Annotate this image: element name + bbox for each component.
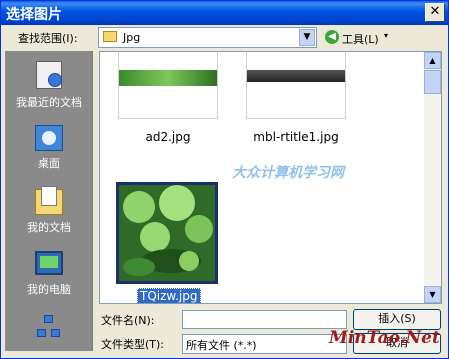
my-computer-icon [35,251,63,275]
close-button[interactable]: ✕ [425,3,445,22]
file-name: mbl-rtitle1.jpg [253,130,339,144]
insert-button[interactable]: 插入(S) [353,309,441,330]
watermark-text: 大众计算机学习网 [232,165,344,181]
network-places-icon [37,315,61,339]
close-icon: ✕ [429,4,441,19]
file-list-pane[interactable]: ad2.jpg mbl-rtitle1.jpg TQizw.jpg 大众计算机学… [99,51,442,304]
title-bar[interactable]: 选择图片 ✕ [1,1,448,25]
look-in-value: Jpg [123,31,141,44]
my-documents-icon [35,186,63,215]
file-thumbnail [118,52,218,119]
file-name: TQizw.jpg [137,288,201,303]
tools-dropdown-arrow-icon[interactable]: ▾ [384,31,388,40]
look-in-label: 查找范围(I): [18,32,78,45]
desktop-icon [35,125,63,151]
places-item-label: 我的文档 [27,221,71,234]
filename-label: 文件名(N): [101,314,155,327]
filetype-value: 所有文件 (*.*) [186,339,257,352]
brand-watermark: MinTao.Net [329,328,440,348]
recent-documents-icon [36,61,62,89]
open-picture-dialog: 选择图片 ✕ 查找范围(I): Jpg ▼ ◀ 工具(L) ▾ 我最近的文档 桌… [0,0,449,359]
dialog-title: 选择图片 [6,7,62,23]
places-item-my-computer[interactable]: 我的电脑 [5,249,92,303]
places-item-recent[interactable]: 我最近的文档 [5,57,92,115]
scrollbar-thumb[interactable] [424,70,441,94]
places-item-label: 我的电脑 [27,283,71,296]
places-item-label: 我最近的文档 [16,96,82,109]
vertical-scrollbar[interactable]: ▲ ▼ [424,52,441,303]
filetype-dropdown[interactable]: 所有文件 (*.*) [182,334,347,354]
places-item-my-documents[interactable]: 我的文档 [5,186,92,241]
tools-menu-button[interactable]: 工具(L) [342,31,379,47]
filename-input[interactable] [182,310,347,329]
places-item-network[interactable] [5,313,92,351]
places-item-desktop[interactable]: 桌面 [5,121,92,175]
chevron-down-icon[interactable]: ▼ [299,29,315,46]
places-bar: 我最近的文档 桌面 我的文档 我的电脑 [5,51,93,351]
back-icon[interactable]: ◀ [325,30,339,44]
file-thumbnail [116,182,218,284]
folder-icon [103,31,117,42]
look-in-dropdown[interactable]: Jpg ▼ [98,27,317,48]
scroll-up-icon[interactable]: ▲ [424,52,441,69]
file-name: ad2.jpg [145,130,191,144]
scroll-down-icon[interactable]: ▼ [424,286,441,303]
filetype-label: 文件类型(T): [101,338,165,351]
places-item-label: 桌面 [38,157,60,170]
file-thumbnail [246,52,346,119]
